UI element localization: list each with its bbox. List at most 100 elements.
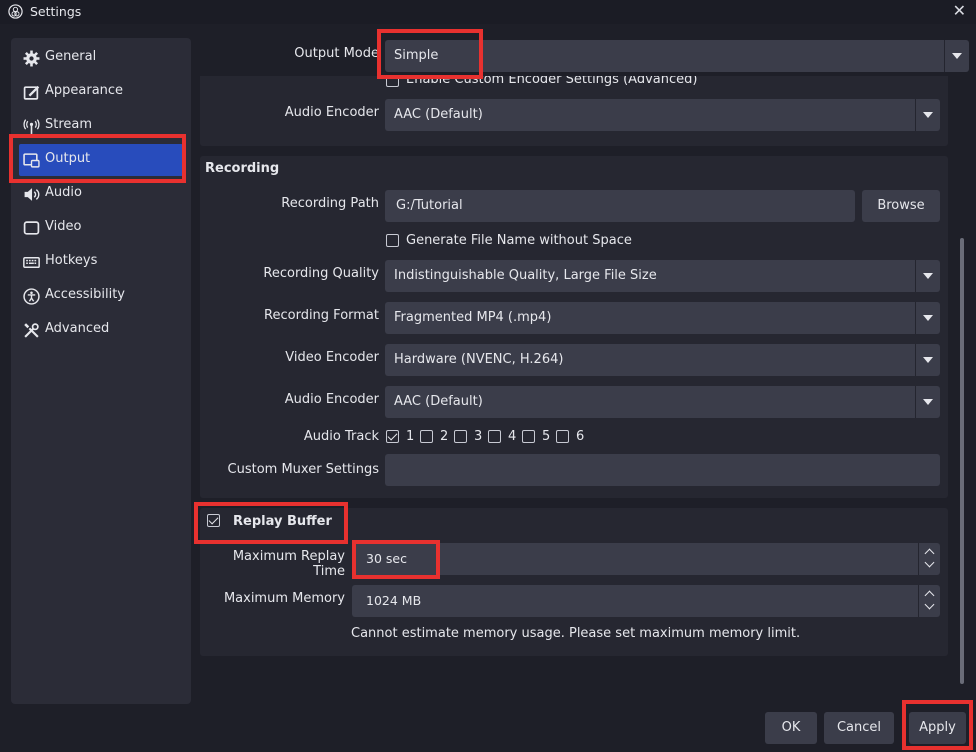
chevron-down-icon[interactable] <box>924 557 935 568</box>
max-replay-time-spinbox[interactable]: 30 sec <box>352 543 940 575</box>
sidebar-item-label: Audio <box>45 185 82 200</box>
sidebar-item-hotkeys[interactable]: Hotkeys <box>19 246 183 278</box>
recording-path-label: Recording Path <box>281 196 379 211</box>
recording-path-input[interactable]: G:/Tutorial <box>385 190 855 222</box>
sidebar-item-label: Advanced <box>45 321 110 336</box>
audio-track-1-checkbox[interactable] <box>386 430 399 443</box>
custom-muxer-input[interactable] <box>385 454 940 486</box>
sidebar-item-video[interactable]: Video <box>19 212 183 244</box>
tools-icon <box>24 323 39 338</box>
sidebar-item-stream[interactable]: Stream <box>19 110 183 142</box>
audio-track-label-6: 6 <box>576 429 585 444</box>
audio-track-6-checkbox[interactable] <box>556 430 569 443</box>
no-space-filename-checkbox[interactable] <box>386 234 399 247</box>
ok-button[interactable]: OK <box>765 712 817 744</box>
dropdown-separator <box>915 302 916 334</box>
chevron-down-icon <box>952 53 962 59</box>
recording-format-dropdown[interactable]: Fragmented MP4 (.mp4) <box>385 302 940 334</box>
recording-audio-encoder-dropdown[interactable]: AAC (Default) <box>385 386 940 418</box>
chevron-down-icon <box>923 357 933 363</box>
recording-quality-label: Recording Quality <box>263 266 379 281</box>
sidebar-item-label: Stream <box>45 117 93 132</box>
recording-quality-value: Indistinguishable Quality, Large File Si… <box>394 268 657 283</box>
max-memory-value: 1024 MB <box>366 593 422 608</box>
recording-group-title: Recording <box>205 161 280 176</box>
max-memory-spinbox[interactable]: 1024 MB <box>352 585 940 617</box>
streaming-audio-encoder-label: Audio Encoder <box>284 105 379 120</box>
max-replay-time-label: Maximum Replay Time <box>232 549 345 579</box>
recording-audio-encoder-value: AAC (Default) <box>394 394 483 409</box>
output-mode-dropdown[interactable]: Simple <box>385 40 969 72</box>
output-mode-value: Simple <box>394 48 439 63</box>
max-replay-time-value: 30 sec <box>366 551 407 566</box>
chevron-down-icon <box>923 399 933 405</box>
audio-track-label: Audio Track <box>303 429 379 444</box>
streaming-audio-encoder-value: AAC (Default) <box>394 107 483 122</box>
dropdown-separator <box>944 40 945 72</box>
sidebar-item-accessibility[interactable]: Accessibility <box>19 280 183 312</box>
custom-muxer-label: Custom Muxer Settings <box>227 462 379 477</box>
recording-audio-encoder-label: Audio Encoder <box>284 392 379 407</box>
sidebar-item-label: Hotkeys <box>45 253 98 268</box>
obs-logo-icon <box>8 4 23 19</box>
audio-track-label-1: 1 <box>406 429 415 444</box>
sidebar-item-label: Output <box>45 151 91 166</box>
sidebar-item-audio[interactable]: Audio <box>19 178 183 210</box>
video-encoder-label: Video Encoder <box>285 350 379 365</box>
sidebar-item-label: Appearance <box>45 83 124 98</box>
spinbox-separator <box>918 585 919 617</box>
audio-track-4-checkbox[interactable] <box>488 430 501 443</box>
sidebar-item-label: Video <box>45 219 82 234</box>
sidebar-item-appearance[interactable]: Appearance <box>19 76 183 108</box>
video-encoder-value: Hardware (NVENC, H.264) <box>394 352 564 367</box>
dropdown-separator <box>915 99 916 131</box>
dropdown-separator <box>915 386 916 418</box>
settings-sidebar: General Appearance Stream Output Audio V… <box>11 38 191 704</box>
dropdown-separator <box>915 260 916 292</box>
chevron-down-icon <box>923 315 933 321</box>
recording-path-value: G:/Tutorial <box>396 198 463 213</box>
monitor-icon <box>23 221 40 235</box>
streaming-audio-encoder-dropdown[interactable]: AAC (Default) <box>385 99 940 131</box>
replay-buffer-checkbox[interactable] <box>207 514 220 527</box>
sidebar-item-output[interactable]: Output <box>19 144 183 176</box>
memory-usage-note: Cannot estimate memory usage. Please set… <box>351 626 801 641</box>
content-scrollbar[interactable] <box>960 238 964 684</box>
sidebar-item-label: General <box>45 49 97 64</box>
max-memory-label: Maximum Memory <box>223 591 345 606</box>
chevron-down-icon[interactable] <box>924 599 935 610</box>
recording-quality-dropdown[interactable]: Indistinguishable Quality, Large File Si… <box>385 260 940 292</box>
cancel-button[interactable]: Cancel <box>824 712 894 744</box>
audio-track-2-checkbox[interactable] <box>420 430 433 443</box>
chevron-down-icon <box>923 112 933 118</box>
appearance-icon <box>23 85 40 100</box>
window-title: Settings <box>30 4 82 19</box>
dropdown-separator <box>915 344 916 376</box>
chevron-down-icon <box>923 273 933 279</box>
video-encoder-dropdown[interactable]: Hardware (NVENC, H.264) <box>385 344 940 376</box>
audio-track-label-5: 5 <box>542 429 551 444</box>
antenna-icon <box>23 119 40 134</box>
no-space-filename-label: Generate File Name without Space <box>406 233 632 248</box>
title-bar: Settings ✕ <box>0 0 976 24</box>
sidebar-item-label: Accessibility <box>45 287 125 302</box>
speaker-icon <box>24 188 40 201</box>
output-icon <box>23 153 40 168</box>
audio-track-3-checkbox[interactable] <box>454 430 467 443</box>
audio-track-label-2: 2 <box>440 429 449 444</box>
accessibility-icon <box>23 288 40 305</box>
audio-track-label-4: 4 <box>508 429 517 444</box>
close-icon[interactable]: ✕ <box>953 1 966 20</box>
sidebar-item-general[interactable]: General <box>19 42 183 74</box>
audio-track-label-3: 3 <box>474 429 483 444</box>
output-mode-label: Output Mode <box>294 46 379 61</box>
browse-button[interactable]: Browse <box>862 190 940 222</box>
recording-format-label: Recording Format <box>264 308 379 323</box>
sidebar-item-advanced[interactable]: Advanced <box>19 314 183 346</box>
gear-icon <box>23 50 40 67</box>
audio-track-5-checkbox[interactable] <box>522 430 535 443</box>
keyboard-icon <box>23 256 40 269</box>
recording-format-value: Fragmented MP4 (.mp4) <box>394 310 552 325</box>
spinbox-separator <box>918 543 919 575</box>
apply-button[interactable]: Apply <box>909 712 966 744</box>
